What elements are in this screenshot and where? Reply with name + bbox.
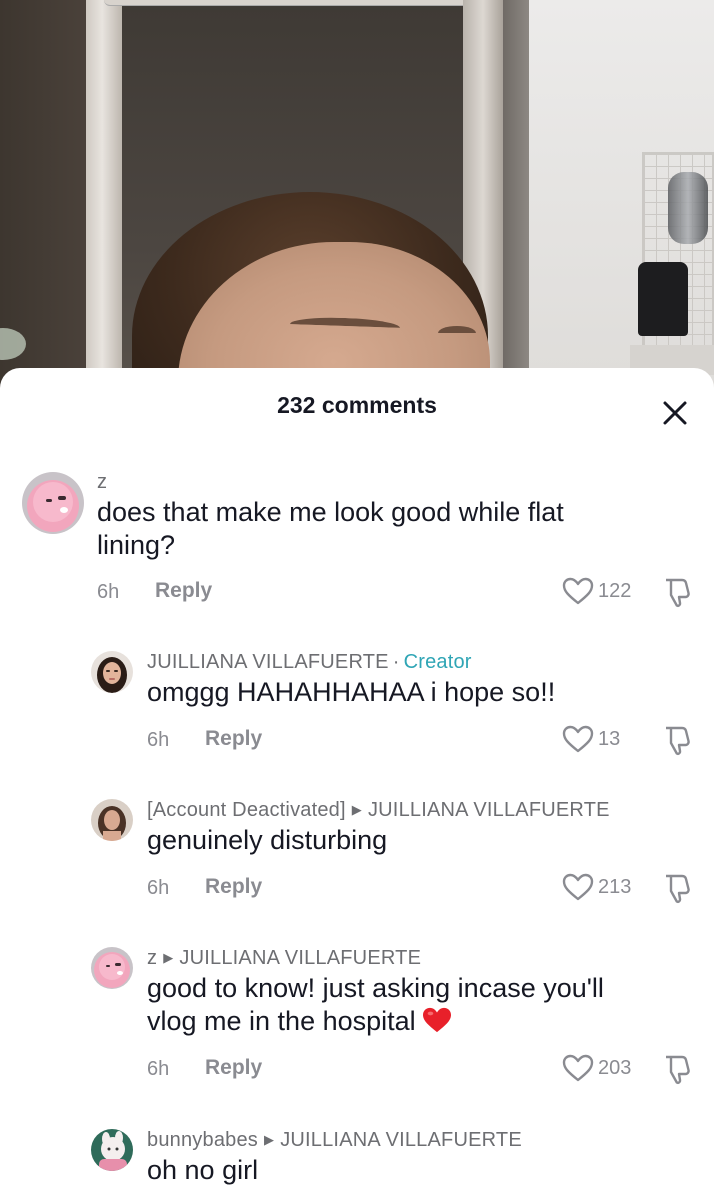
lamp (0, 328, 26, 360)
comment-time: 6h (147, 877, 170, 899)
like-count: 213 (598, 875, 632, 898)
avatar[interactable] (22, 472, 84, 534)
comment-time: 6h (97, 581, 120, 603)
like-button[interactable]: 13 (562, 724, 620, 754)
comments-header: 232 comments (0, 368, 714, 448)
heart-outline-icon (562, 725, 594, 753)
eyebrow-right (438, 326, 476, 340)
comment-time: 6h (147, 729, 170, 751)
close-icon (663, 401, 687, 425)
video-background (0, 0, 714, 400)
reply-arrow-icon: ▶ (263, 1132, 275, 1147)
close-button[interactable] (660, 398, 690, 428)
hair-dryer (638, 262, 688, 336)
comment-username[interactable]: [Account Deactivated] (147, 799, 346, 821)
heart-outline-icon (562, 577, 594, 605)
separator-dot: · (392, 651, 400, 673)
avatar[interactable] (91, 799, 133, 841)
comments-count: 232 comments (277, 392, 437, 418)
reply-to-username[interactable]: JUILLIANA VILLAFUERTE (368, 799, 610, 821)
comment-meta: JUILLIANA VILLAFUERTE · Creator (147, 651, 472, 674)
reply-comment-item: z ▶ JUILLIANA VILLAFUERTE good to know! ju… (0, 940, 714, 1090)
reply-comment-item: [Account Deactivated] ▶ JUILLIANA VILLAFUE… (0, 792, 714, 912)
comment-meta: [Account Deactivated] ▶ JUILLIANA VILLAFUE… (147, 799, 610, 822)
like-count: 13 (598, 727, 621, 750)
reply-to-username[interactable]: JUILLIANA VILLAFUERTE (179, 947, 421, 969)
comment-username[interactable]: z (97, 471, 107, 494)
comment-text-line: good to know! just asking incase you'll (147, 973, 604, 1003)
reply-button[interactable]: Reply (205, 1056, 262, 1080)
comment-meta: z ▶ JUILLIANA VILLAFUERTE (147, 947, 421, 970)
door-frame-left (86, 0, 122, 400)
heart-outline-icon (562, 1054, 594, 1082)
door-edge (503, 0, 529, 400)
avatar[interactable] (91, 1129, 133, 1171)
like-count: 203 (598, 1056, 632, 1079)
reply-arrow-icon: ▶ (163, 950, 174, 965)
comment-text-line: does that make me look good while flat (97, 497, 564, 527)
comment-username[interactable]: z (147, 947, 157, 969)
thumbs-down-icon (666, 1055, 690, 1085)
heart-outline-icon (562, 873, 594, 901)
comment-time: 6h (147, 1058, 170, 1080)
reply-button[interactable]: Reply (155, 579, 212, 603)
avatar[interactable] (91, 651, 133, 693)
reply-to-username[interactable]: JUILLIANA VILLAFUERTE (280, 1129, 522, 1151)
comment-text: genuinely disturbing (147, 825, 388, 855)
thumbs-down-icon (666, 726, 690, 756)
dislike-button[interactable] (662, 1053, 692, 1090)
red-heart-emoji-icon (422, 1007, 451, 1033)
comments-sheet: 232 comments z does that make me look go… (0, 368, 714, 1200)
comment-text-line: vlog me in the hospital (147, 1006, 416, 1036)
round-brush (668, 172, 708, 244)
avatar[interactable] (91, 947, 133, 989)
reply-button[interactable]: Reply (205, 727, 262, 751)
comment-text: omggg HAHAHHAHAA i hope so!! (147, 677, 556, 707)
thumbs-down-icon (666, 578, 690, 608)
comment-username[interactable]: bunnybabes (147, 1129, 258, 1151)
like-count: 122 (598, 579, 632, 602)
like-button[interactable]: 122 (562, 576, 631, 606)
dislike-button[interactable] (662, 576, 692, 613)
comment-username[interactable]: JUILLIANA VILLAFUERTE (147, 651, 389, 673)
reply-button[interactable]: Reply (205, 875, 262, 899)
reply-comment-item: JUILLIANA VILLAFUERTE · Creator omggg HAHA… (0, 644, 714, 764)
dislike-button[interactable] (662, 872, 692, 909)
dislike-button[interactable] (662, 724, 692, 761)
comment-text: oh no girl (147, 1155, 259, 1185)
comment-text-line: lining? (97, 530, 176, 560)
like-button[interactable]: 213 (562, 872, 631, 902)
reply-arrow-icon: ▶ (351, 802, 362, 817)
comment-text: good to know! just asking incase you'll … (147, 972, 697, 1038)
comment-item: z does that make me look good while flat… (0, 464, 714, 614)
thumbs-down-icon (666, 874, 690, 904)
like-button[interactable]: 203 (562, 1053, 631, 1083)
comment-text: does that make me look good while flat l… (97, 496, 657, 562)
creator-badge: Creator (403, 651, 472, 673)
reply-comment-item: bunnybabes ▶ JUILLIANA VILLAFUERTE oh no g… (0, 1122, 714, 1200)
comment-meta: bunnybabes ▶ JUILLIANA VILLAFUERTE (147, 1129, 522, 1152)
